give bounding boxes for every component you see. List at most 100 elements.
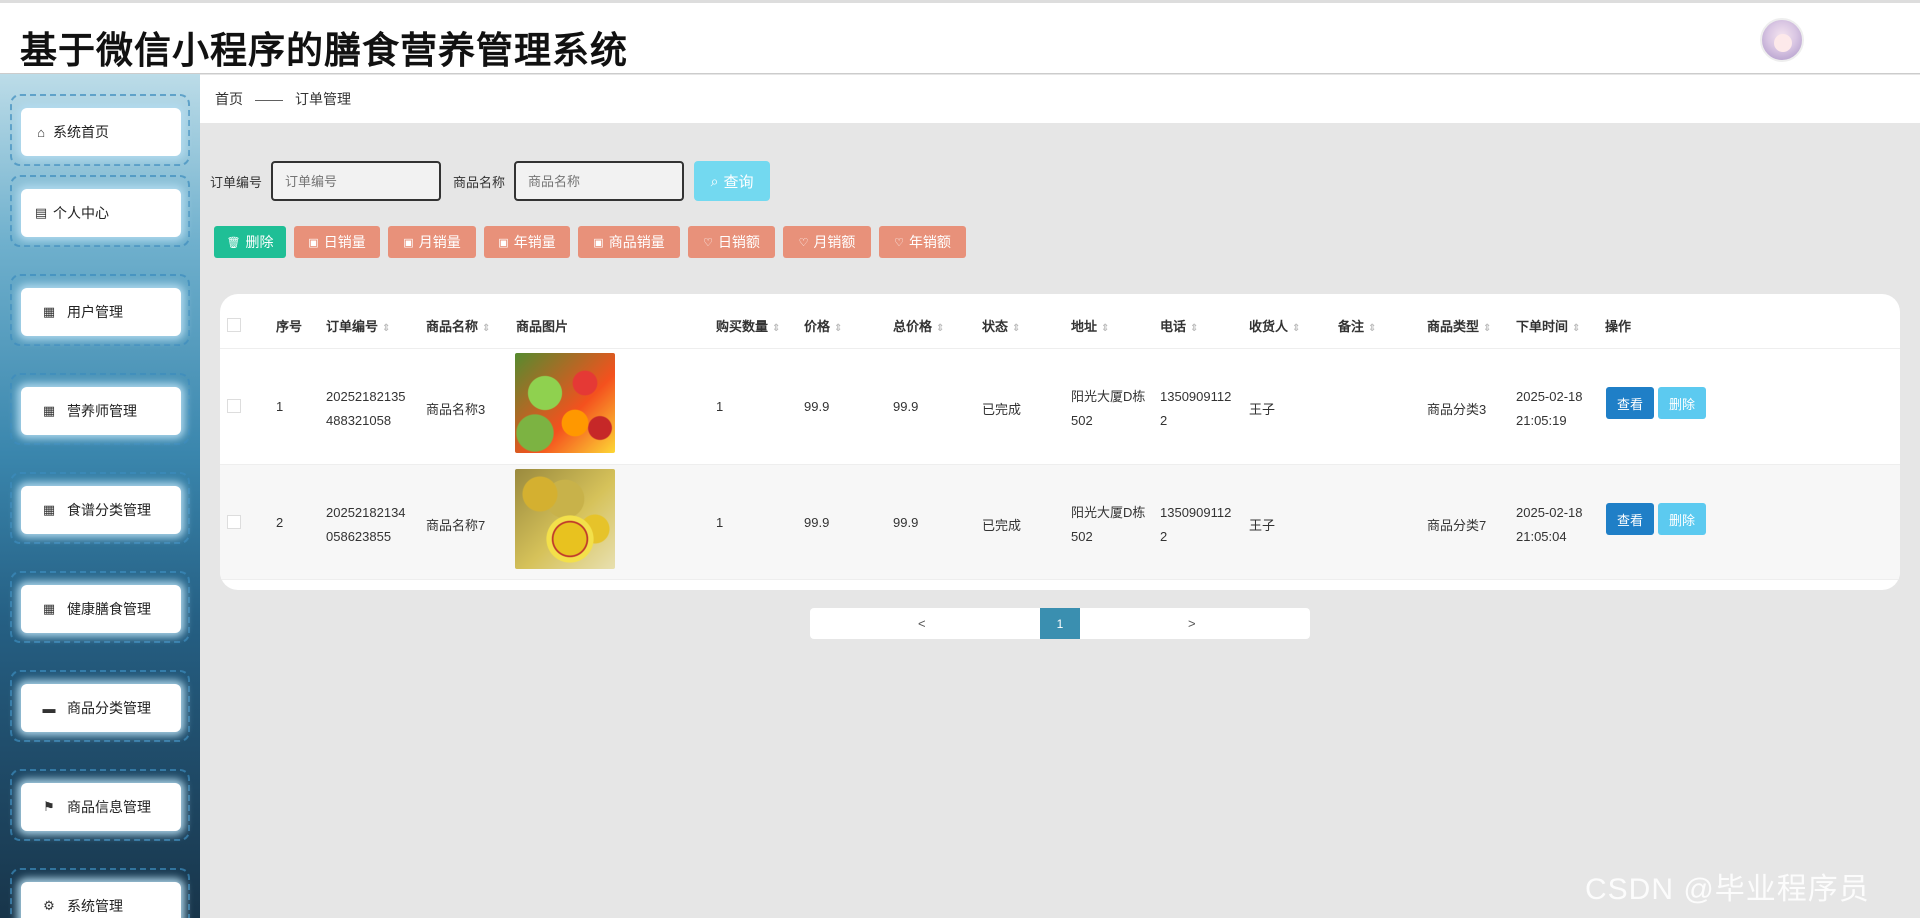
prev-page-button[interactable]: < (918, 616, 926, 631)
cell-index: 2 (276, 515, 284, 530)
sidebar-item-label: 营养师管理 (67, 403, 137, 419)
sidebar-item-recipe-categories[interactable]: ▦ 食谱分类管理 (10, 472, 190, 544)
cell-total: 99.9 (893, 515, 919, 530)
sort-icon: ⇕ (1572, 323, 1581, 334)
view-button[interactable]: 查看 (1606, 503, 1654, 535)
product-name-input[interactable] (514, 161, 685, 201)
yearly-revenue-button[interactable]: ♡ 年销额 (879, 226, 966, 258)
app-title: 基于微信小程序的膳食营养管理系统 (20, 30, 628, 71)
cell-type: 商品分类7 (1427, 518, 1487, 533)
col-header[interactable]: 状态 ⇕ (982, 316, 1020, 335)
sidebar-item-label: 系统管理 (67, 898, 123, 914)
col-header: 操作 (1605, 319, 1632, 334)
product-image-vegetables (515, 353, 615, 453)
sidebar-item-users[interactable]: ▦ 用户管理 (10, 274, 190, 346)
cell-qty: 1 (716, 399, 724, 414)
sort-icon: ⇕ (834, 323, 843, 334)
sidebar-item-profile[interactable]: ▤ 个人中心 (10, 175, 190, 247)
col-header-label: 商品类型 (1427, 319, 1480, 334)
cell-product-name: 商品名称7 (426, 518, 486, 533)
chart-icon: ▣ (498, 236, 509, 249)
col-header-label: 地址 (1071, 319, 1098, 334)
avatar[interactable] (1760, 18, 1804, 62)
order-no-label: 订单编号 (210, 174, 263, 190)
button-label: 月销额 (813, 234, 856, 250)
sort-icon: ⇕ (1012, 323, 1021, 334)
grid-icon: ▦ (42, 502, 56, 517)
col-header[interactable]: 电话 ⇕ (1160, 316, 1198, 335)
col-header[interactable]: 备注 ⇕ (1338, 316, 1376, 335)
watermark: CSDN @毕业程序员 (1585, 873, 1870, 906)
sidebar-item-healthy-meals[interactable]: ▦ 健康膳食管理 (10, 571, 190, 643)
sidebar-item-products[interactable]: ⚑ 商品信息管理 (10, 769, 190, 841)
col-header[interactable]: 收货人 ⇕ (1249, 316, 1300, 335)
delete-button-label: 删除 (245, 234, 274, 250)
cell-phone: 1350909112 2 (1160, 389, 1232, 428)
delete-button[interactable]: 🗑 删除 (214, 226, 286, 258)
sidebar-item-label: 用户管理 (67, 304, 123, 320)
sidebar-item-product-categories[interactable]: ▬ 商品分类管理 (10, 670, 190, 742)
heart-icon: ♡ (703, 236, 713, 249)
button-label: 商品销量 (608, 234, 665, 250)
breadcrumb-home[interactable]: 首页 (215, 89, 243, 109)
col-header-label: 状态 (982, 319, 1009, 334)
sidebar-item-system[interactable]: ⚙ 系统管理 (10, 868, 190, 918)
col-header[interactable]: 总价格 ⇕ (893, 316, 944, 335)
col-header-label: 总价格 (893, 319, 933, 334)
product-sales-button[interactable]: ▣ 商品销量 (578, 226, 680, 258)
cell-address: 阳光大厦D栋 502 (1071, 389, 1146, 428)
sort-icon: ⇕ (1368, 323, 1377, 334)
monthly-revenue-button[interactable]: ♡ 月销额 (783, 226, 871, 258)
col-header-label: 价格 (804, 319, 831, 334)
daily-sales-qty-button[interactable]: ▣ 日销量 (294, 226, 380, 258)
col-header[interactable]: 地址 ⇕ (1071, 316, 1109, 335)
col-header-label: 收货人 (1249, 319, 1289, 334)
select-all-checkbox[interactable] (227, 318, 241, 332)
cell-product-name: 商品名称3 (426, 402, 486, 417)
order-no-input[interactable] (271, 161, 442, 201)
sidebar-item-label: 商品分类管理 (67, 700, 151, 716)
col-header[interactable]: 订单编号 ⇕ (326, 316, 390, 335)
heart-icon: ♡ (894, 236, 904, 249)
col-header-label: 订单编号 (326, 319, 379, 334)
button-label: 年销量 (513, 234, 556, 250)
monthly-sales-qty-button[interactable]: ▣ 月销量 (388, 226, 476, 258)
home-icon: ⌂ (37, 124, 45, 140)
cell-status: 已完成 (982, 402, 1022, 417)
breadcrumb-current: 订单管理 (295, 91, 351, 107)
breadcrumb-separator: —— (255, 91, 283, 107)
toolbar: 🗑 删除 ▣ 日销量 ▣ 月销量 ▣ 年销量 ▣ 商品销量 ♡ 日销额 ♡ 月销额 ♡ 年销额 (214, 226, 974, 258)
cell-status: 已完成 (982, 518, 1022, 533)
chart-icon: ▣ (308, 236, 319, 249)
sidebar-item-label: 个人中心 (53, 205, 109, 221)
view-button[interactable]: 查看 (1606, 387, 1654, 419)
table-header: 序号 订单编号 ⇕ 商品名称 ⇕ 商品图片 购买数量 ⇕ 价格 ⇕ 总价格 ⇕ 状态 ⇕ 地… (220, 294, 1900, 348)
col-header[interactable]: 商品类型 ⇕ (1427, 316, 1491, 335)
next-page-button[interactable]: > (1188, 616, 1196, 631)
yearly-sales-qty-button[interactable]: ▣ 年销量 (484, 226, 570, 258)
search-icon: ⌕ (710, 172, 719, 189)
cell-type: 商品分类3 (1427, 402, 1487, 417)
grid-9-icon: ▦ (42, 403, 56, 418)
row-delete-button[interactable]: 删除 (1658, 387, 1706, 419)
col-header[interactable]: 商品名称 ⇕ (426, 316, 490, 335)
page-1-button[interactable]: 1 (1040, 608, 1080, 639)
row-checkbox[interactable] (227, 515, 241, 529)
col-header[interactable]: 下单时间 ⇕ (1516, 316, 1580, 335)
flag-icon: ⚑ (43, 799, 55, 814)
sidebar-item-nutritionists[interactable]: ▦ 营养师管理 (10, 373, 190, 445)
search-bar: 订单编号 商品名称 ⌕ 查询 (210, 161, 771, 201)
sidebar-item-home[interactable]: ⌂ 系统首页 (10, 94, 190, 166)
row-delete-button[interactable]: 删除 (1658, 503, 1706, 535)
grid-icon: ▦ (42, 304, 56, 319)
sidebar-item-label: 系统首页 (53, 124, 109, 140)
col-header[interactable]: 购买数量 ⇕ (716, 316, 780, 335)
sort-icon: ⇕ (1190, 323, 1199, 334)
cell-total: 99.9 (893, 399, 919, 414)
sidebar: ⌂ 系统首页 ▤ 个人中心 ▦ 用户管理 ▦ 营养师管理 ▦ 食谱分类管理 ▦ 健康膳食管理… (0, 74, 200, 918)
query-button[interactable]: ⌕ 查询 (694, 161, 771, 201)
daily-revenue-button[interactable]: ♡ 日销额 (688, 226, 775, 258)
row-checkbox[interactable] (227, 399, 241, 413)
col-header[interactable]: 价格 ⇕ (804, 316, 842, 335)
cell-receiver: 王子 (1249, 402, 1276, 417)
